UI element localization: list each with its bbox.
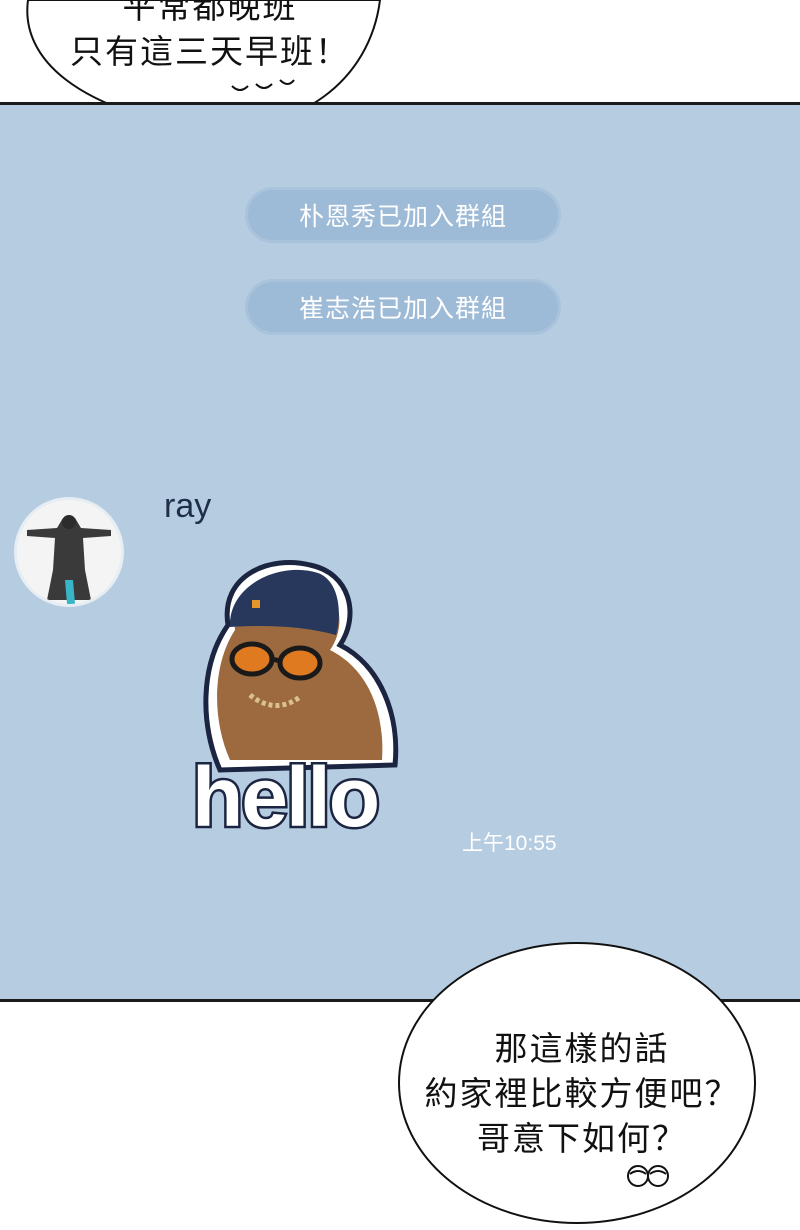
bottom-bubble-line2: 約家裡比較方便吧？ — [424, 1074, 740, 1113]
sender-avatar[interactable] — [14, 497, 124, 607]
bottom-bubble-text: 那這樣的話 約家裡比較方便吧？ 哥意下如何？ — [412, 1026, 752, 1161]
message-timestamp: 上午10:55 — [462, 832, 557, 855]
statue-avatar-icon — [17, 500, 121, 604]
bottom-bubble-line1: 那這樣的話 — [494, 1029, 670, 1068]
sender-name: ray — [164, 487, 212, 525]
system-notice-join-2: 崔志浩已加入群組 — [245, 279, 561, 335]
bottom-bubble-line3: 哥意下如何？ — [477, 1119, 687, 1158]
top-bubble-line2: 只有這三天早班！ — [70, 32, 350, 71]
sticker-hello-text: hello — [190, 750, 383, 844]
top-bubble-text: 平常都晚班 只有這三天早班！ — [40, 0, 380, 74]
chat-panel: 朴恩秀已加入群組 崔志浩已加入群組 ray hello 上午10:55 — [0, 102, 800, 1002]
system-notice-join-1: 朴恩秀已加入群組 — [245, 187, 561, 243]
top-bubble-line1: 平常都晚班 — [122, 0, 298, 26]
